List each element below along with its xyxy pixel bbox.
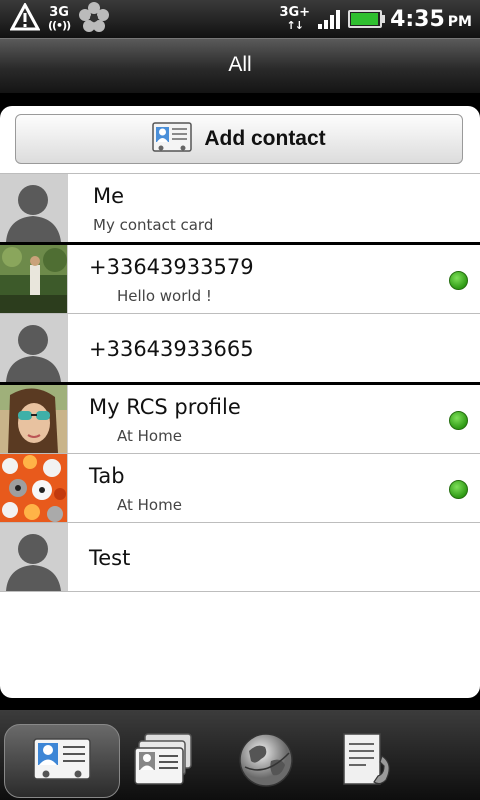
contact-name: My RCS profile (89, 395, 241, 419)
status-bar: 3G ((•)) 3G+ ↑↓ 4:35 PM (0, 0, 480, 38)
warning-icon (9, 1, 41, 35)
tab-contacts[interactable] (4, 724, 120, 798)
contact-row[interactable]: +33643933579 Hello world ! (0, 242, 480, 313)
avatar (0, 454, 68, 522)
contact-name: Tab (89, 464, 125, 488)
contact-card-icon (32, 737, 92, 785)
network-3g-indicator: 3G ((•)) (48, 5, 71, 32)
contact-list: Me My contact card +33643933579 Hello wo… (0, 173, 480, 592)
globe-icon (237, 731, 295, 793)
battery-icon (348, 10, 386, 28)
contact-name: +33643933665 (89, 337, 254, 361)
contact-row[interactable]: Test (0, 522, 480, 591)
contact-name: Me (93, 184, 125, 208)
clock-time: 4:35 (390, 6, 445, 32)
avatar (0, 385, 68, 453)
list-divider (0, 591, 480, 592)
contact-status: Hello world ! (117, 287, 212, 305)
avatar (0, 314, 68, 382)
contact-status: At Home (117, 427, 182, 445)
contact-name: +33643933579 (89, 255, 254, 279)
clock: 4:35 PM (390, 7, 472, 32)
tab-online[interactable] (216, 724, 316, 800)
avatar (0, 245, 68, 313)
contact-row-me[interactable]: Me My contact card (0, 173, 480, 242)
status-left: 3G ((•)) (9, 1, 110, 37)
battery-fill (351, 13, 379, 25)
data-arrows-icon: ↑↓ (286, 19, 304, 32)
add-contact-button[interactable]: Add contact (15, 114, 463, 164)
flower-icon (78, 1, 110, 37)
contact-card-icon (152, 122, 193, 156)
page-title[interactable]: All (0, 39, 480, 93)
contact-groups-icon (133, 732, 195, 792)
contact-row[interactable]: My RCS profile At Home (0, 382, 480, 453)
presence-online-icon (449, 480, 468, 499)
avatar (0, 174, 68, 242)
contacts-panel: Add contact Me My contact card +33643933… (0, 106, 480, 698)
clock-ampm: PM (447, 13, 472, 30)
signal-strength-icon (318, 9, 341, 29)
network-3g-plus-indicator: 3G+ ↑↓ (279, 5, 311, 32)
bottom-tab-bar (0, 710, 480, 800)
contact-row[interactable]: +33643933665 (0, 313, 480, 382)
contact-status: At Home (117, 496, 182, 514)
presence-online-icon (449, 271, 468, 290)
call-history-icon (338, 730, 398, 794)
contact-status: My contact card (93, 216, 214, 234)
avatar (0, 523, 68, 591)
contact-row[interactable]: Tab At Home (0, 453, 480, 522)
wifi-broadcast-icon: ((•)) (48, 19, 71, 32)
contact-name: Test (89, 546, 131, 570)
title-bar: All (0, 38, 480, 93)
tab-groups[interactable] (114, 724, 214, 800)
presence-online-icon (449, 411, 468, 430)
tab-call-history[interactable] (318, 724, 418, 800)
status-right: 3G+ ↑↓ 4:35 PM (279, 2, 472, 36)
add-contact-label: Add contact (204, 127, 326, 150)
